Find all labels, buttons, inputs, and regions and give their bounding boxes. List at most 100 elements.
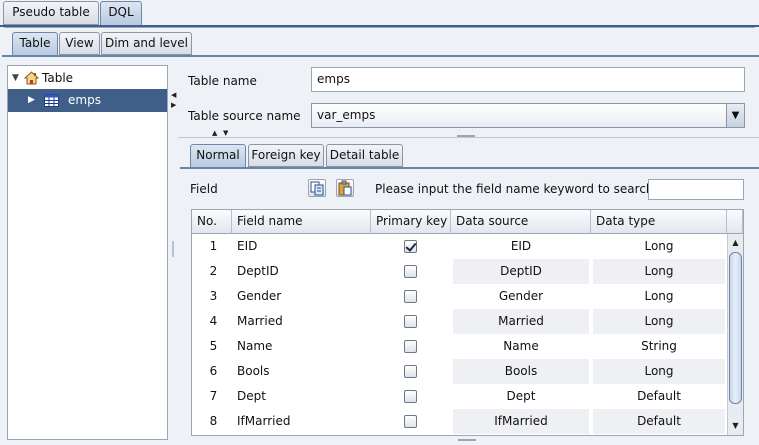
primary-key-cell[interactable] bbox=[371, 334, 451, 359]
expand-right-arrow-icon[interactable]: ▶ bbox=[171, 101, 176, 109]
table-vertical-scrollbar[interactable]: ▲ ▼ bbox=[727, 234, 743, 435]
data-source-cell[interactable]: Gender bbox=[453, 284, 589, 309]
home-icon bbox=[24, 71, 39, 85]
data-type-cell[interactable]: Default bbox=[593, 384, 725, 409]
primary-key-checkbox[interactable] bbox=[404, 415, 417, 428]
field-name-cell[interactable]: Gender bbox=[237, 284, 369, 309]
scroll-down-arrow-icon[interactable]: ▼ bbox=[728, 418, 743, 433]
data-type-cell[interactable]: Default bbox=[593, 409, 725, 434]
table-row[interactable]: 3 Gender Gender Long bbox=[192, 284, 727, 309]
paste-icon bbox=[338, 180, 352, 196]
primary-key-cell[interactable] bbox=[371, 309, 451, 334]
collapse-triangle-icon[interactable]: ▶ bbox=[28, 89, 35, 112]
tab-foreign-key[interactable]: Foreign key bbox=[248, 144, 324, 167]
primary-key-checkbox[interactable] bbox=[404, 340, 417, 353]
column-header-data-source[interactable]: Data source bbox=[451, 210, 591, 234]
data-type-cell[interactable]: Long bbox=[593, 359, 725, 384]
splitter-grip bbox=[457, 135, 475, 137]
primary-key-checkbox[interactable] bbox=[404, 240, 417, 253]
column-header-primary-key[interactable]: Primary key bbox=[371, 210, 451, 234]
field-name-cell[interactable]: Bools bbox=[237, 359, 369, 384]
tab-normal[interactable]: Normal bbox=[190, 144, 246, 168]
tab-table[interactable]: Table bbox=[12, 32, 58, 56]
tree-node-emps-label: emps bbox=[68, 93, 101, 107]
field-name-cell[interactable]: DeptID bbox=[237, 259, 369, 284]
data-type-cell[interactable]: Long bbox=[593, 259, 725, 284]
paste-button[interactable] bbox=[336, 179, 354, 197]
field-name-cell[interactable]: Married bbox=[237, 309, 369, 334]
copy-button[interactable] bbox=[308, 179, 326, 197]
data-source-cell[interactable]: Name bbox=[453, 334, 589, 359]
row-number: 5 bbox=[209, 339, 218, 353]
tab-pseudo-table[interactable]: Pseudo table bbox=[3, 1, 99, 25]
table-row[interactable]: 2 DeptID DeptID Long bbox=[192, 259, 727, 284]
primary-key-checkbox[interactable] bbox=[404, 265, 417, 278]
tab-detail-table[interactable]: Detail table bbox=[326, 144, 403, 167]
table-name-field[interactable]: emps bbox=[311, 67, 745, 92]
tab-dim-and-level[interactable]: Dim and level bbox=[101, 32, 192, 55]
scrollbar-thumb[interactable] bbox=[729, 252, 742, 404]
data-type-cell[interactable]: String bbox=[593, 334, 725, 359]
primary-key-cell[interactable] bbox=[371, 284, 451, 309]
table-row[interactable]: 4 Married Married Long bbox=[192, 309, 727, 334]
row-number: 3 bbox=[209, 289, 218, 303]
data-source-cell[interactable]: Bools bbox=[453, 359, 589, 384]
horizontal-splitter[interactable]: ▲ ▼ bbox=[178, 129, 759, 140]
copy-icon bbox=[310, 181, 324, 196]
tab-view[interactable]: View bbox=[59, 32, 100, 55]
primary-key-checkbox[interactable] bbox=[404, 390, 417, 403]
row-number: 1 bbox=[209, 239, 218, 253]
expand-triangle-icon[interactable]: ▼ bbox=[12, 67, 19, 90]
data-type-cell[interactable]: Long bbox=[593, 309, 725, 334]
data-type-cell[interactable]: Long bbox=[593, 234, 725, 259]
table-source-label: Table source name bbox=[188, 109, 301, 123]
fields-table[interactable]: No. Field name Primary key Data source D… bbox=[191, 209, 744, 436]
primary-key-cell[interactable] bbox=[371, 259, 451, 284]
field-name-cell[interactable]: IfMarried bbox=[237, 409, 369, 434]
tree-node-table[interactable]: ▼ Table bbox=[8, 67, 167, 90]
column-header-corner bbox=[727, 210, 743, 234]
field-name-cell[interactable]: Name bbox=[237, 334, 369, 359]
column-header-no[interactable]: No. bbox=[192, 210, 232, 234]
row-number: 2 bbox=[209, 264, 218, 278]
table-row[interactable]: 7 Dept Dept Default bbox=[192, 384, 727, 409]
table-row[interactable]: 5 Name Name String bbox=[192, 334, 727, 359]
tab-dql[interactable]: DQL bbox=[100, 1, 142, 26]
scroll-up-arrow-icon[interactable]: ▲ bbox=[728, 235, 743, 250]
primary-key-checkbox[interactable] bbox=[404, 315, 417, 328]
field-name-cell[interactable]: Dept bbox=[237, 384, 369, 409]
subtab-strip-divider bbox=[2, 55, 759, 57]
primary-key-cell[interactable] bbox=[371, 409, 451, 434]
column-header-data-type[interactable]: Data type bbox=[591, 210, 727, 234]
field-search-input[interactable] bbox=[648, 179, 744, 200]
field-name-cell[interactable]: EID bbox=[237, 234, 369, 259]
collapse-left-arrow-icon[interactable]: ◀ bbox=[171, 91, 176, 99]
row-number: 4 bbox=[209, 314, 218, 328]
table-row[interactable]: 6 Bools Bools Long bbox=[192, 359, 727, 384]
dropdown-arrow-icon[interactable]: ▼ bbox=[726, 104, 744, 127]
data-type-cell[interactable]: Long bbox=[593, 284, 725, 309]
table-row[interactable]: 8 IfMarried IfMarried Default bbox=[192, 409, 727, 434]
collapse-up-arrow-icon[interactable]: ▲ bbox=[212, 129, 217, 137]
vertical-splitter[interactable]: ◀ ▶ bbox=[168, 65, 178, 443]
table-source-dropdown[interactable]: var_emps ▼ bbox=[311, 103, 745, 128]
bottom-splitter-grip bbox=[458, 439, 476, 441]
table-row[interactable]: 1 EID EID Long bbox=[192, 234, 727, 259]
main-border bbox=[4, 27, 755, 28]
expand-down-arrow-icon[interactable]: ▼ bbox=[223, 129, 228, 137]
primary-key-cell[interactable] bbox=[371, 359, 451, 384]
data-source-cell[interactable]: DeptID bbox=[453, 259, 589, 284]
splitter-line bbox=[178, 137, 759, 138]
data-source-cell[interactable]: Married bbox=[453, 309, 589, 334]
column-header-field-name[interactable]: Field name bbox=[232, 210, 371, 234]
primary-key-checkbox[interactable] bbox=[404, 365, 417, 378]
primary-key-checkbox[interactable] bbox=[404, 290, 417, 303]
data-source-cell[interactable]: Dept bbox=[453, 384, 589, 409]
primary-key-cell[interactable] bbox=[371, 234, 451, 259]
data-source-cell[interactable]: IfMarried bbox=[453, 409, 589, 434]
table-tree[interactable]: ▼ Table ▶ emps bbox=[7, 65, 168, 440]
inner-tab-divider bbox=[180, 167, 759, 169]
data-source-cell[interactable]: EID bbox=[453, 234, 589, 259]
primary-key-cell[interactable] bbox=[371, 384, 451, 409]
tree-node-emps[interactable]: ▶ emps bbox=[8, 89, 167, 112]
